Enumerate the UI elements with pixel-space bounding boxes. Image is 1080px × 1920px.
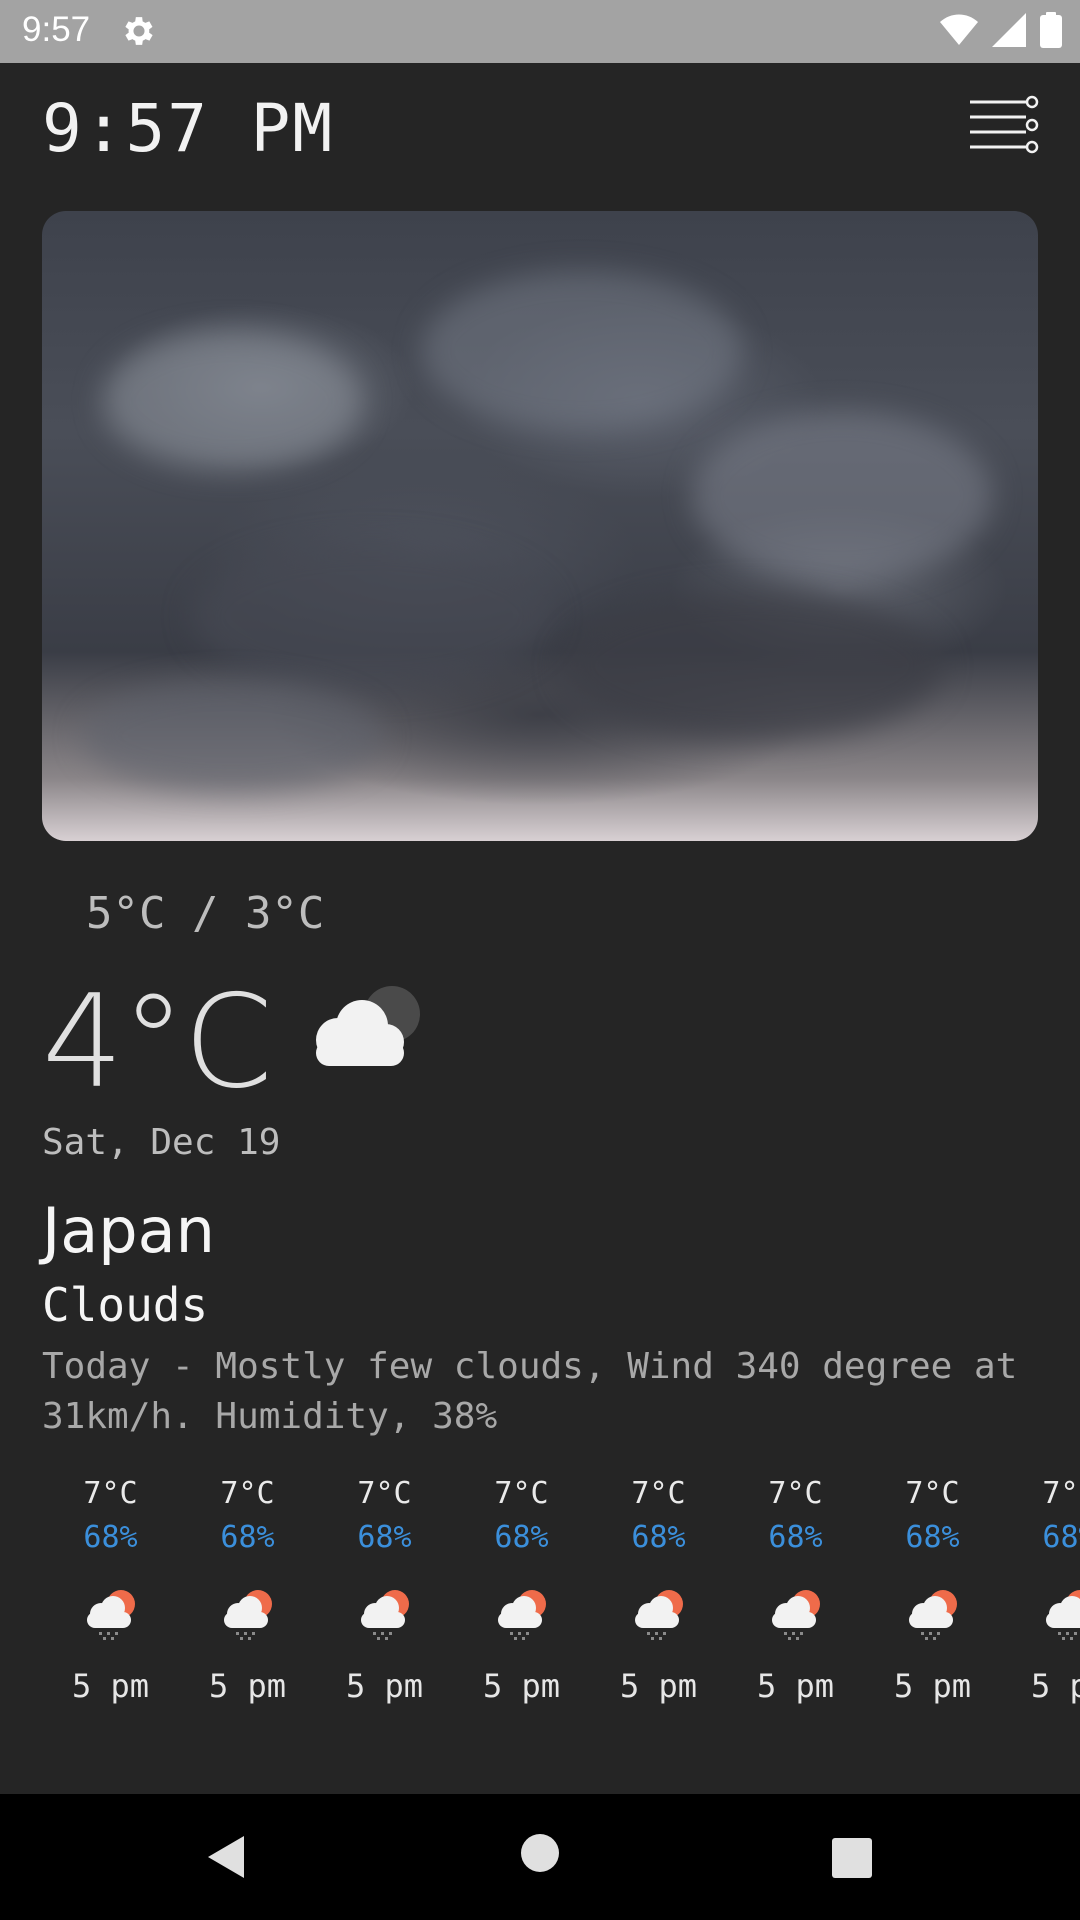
current-temperature: 4°C — [42, 968, 273, 1117]
forecast-item: 7°C 68% 5 pm — [179, 1474, 316, 1708]
status-time: 9:57 — [22, 10, 91, 49]
current-date: Sat, Dec 19 — [42, 1122, 281, 1163]
cloud-moon-icon — [316, 986, 420, 1066]
forecast-time: 5 pm — [345, 1667, 424, 1705]
forecast-time: 5 pm — [893, 1667, 972, 1705]
rain-sun-cloud-icon — [360, 1590, 409, 1640]
forecast-temp: 7°C — [1042, 1476, 1080, 1511]
forecast-item: 7°C 68% 5 pm — [316, 1474, 453, 1708]
forecast-humidity: 68% — [768, 1520, 823, 1555]
forecast-humidity: 68% — [83, 1520, 138, 1555]
forecast-time: 5 pm — [482, 1667, 561, 1705]
rain-sun-cloud-icon — [634, 1590, 683, 1640]
navigation-bar — [0, 1794, 1080, 1920]
forecast-temp: 7°C — [357, 1476, 412, 1511]
forecast-item: 7°C 68% 5 pm — [727, 1474, 864, 1708]
forecast-temp: 7°C — [220, 1476, 275, 1511]
clock: 9:57 PM — [42, 90, 335, 167]
high-low-temp: 5°C / 3°C — [86, 888, 325, 939]
forecast-humidity: 68% — [220, 1520, 275, 1555]
home-icon[interactable] — [521, 1834, 559, 1872]
gear-icon — [125, 17, 153, 45]
forecast-humidity: 68% — [631, 1520, 686, 1555]
forecast-temp: 7°C — [83, 1476, 138, 1511]
forecast-temp: 7°C — [905, 1476, 960, 1511]
forecast-time: 5 pm — [208, 1667, 287, 1705]
forecast-item: 7°C 68% 5 pm — [590, 1474, 727, 1708]
rain-sun-cloud-icon — [497, 1590, 546, 1640]
rain-sun-cloud-icon — [908, 1590, 957, 1640]
forecast-temp: 7°C — [494, 1476, 549, 1511]
recents-icon[interactable] — [832, 1838, 872, 1878]
condition-label: Clouds — [42, 1278, 209, 1332]
forecast-temp: 7°C — [631, 1476, 686, 1511]
forecast-item: 7°C 68% 5 pm — [864, 1474, 1001, 1708]
rain-sun-cloud-icon — [1045, 1590, 1080, 1640]
weather-description: Today - Mostly few clouds, Wind 340 degr… — [42, 1346, 1018, 1437]
status-bar: 9:57 — [0, 0, 1080, 63]
forecast-temp: 7°C — [768, 1476, 823, 1511]
hourly-forecast[interactable]: 7°C 68% 5 pm 7°C 68% 5 pm 7°C 68% 5 pm 7… — [42, 1474, 1080, 1714]
rain-sun-cloud-icon — [86, 1590, 135, 1640]
cell-signal-icon — [992, 13, 1026, 47]
rain-sun-cloud-icon — [771, 1590, 820, 1640]
forecast-time: 5 pm — [71, 1667, 150, 1705]
battery-icon — [1040, 12, 1062, 48]
forecast-time: 5 pm — [756, 1667, 835, 1705]
forecast-item: 7°C 68% 5 pm — [42, 1474, 179, 1708]
menu-icon[interactable] — [968, 94, 1040, 156]
weather-hero-image — [42, 211, 1038, 841]
rain-sun-cloud-icon — [223, 1590, 272, 1640]
forecast-time: 5 pm — [619, 1667, 698, 1705]
back-icon[interactable] — [206, 1834, 246, 1880]
wifi-icon — [940, 14, 978, 45]
forecast-humidity: 68% — [1042, 1520, 1080, 1555]
location-name: Japan — [42, 1194, 215, 1267]
forecast-humidity: 68% — [357, 1520, 412, 1555]
forecast-humidity: 68% — [494, 1520, 549, 1555]
forecast-item: 7°C 68% 5 pm — [453, 1474, 590, 1708]
forecast-time: 5 pm — [1030, 1667, 1080, 1705]
forecast-item: 7°C 68% 5 pm — [1001, 1474, 1080, 1708]
forecast-humidity: 68% — [905, 1520, 960, 1555]
